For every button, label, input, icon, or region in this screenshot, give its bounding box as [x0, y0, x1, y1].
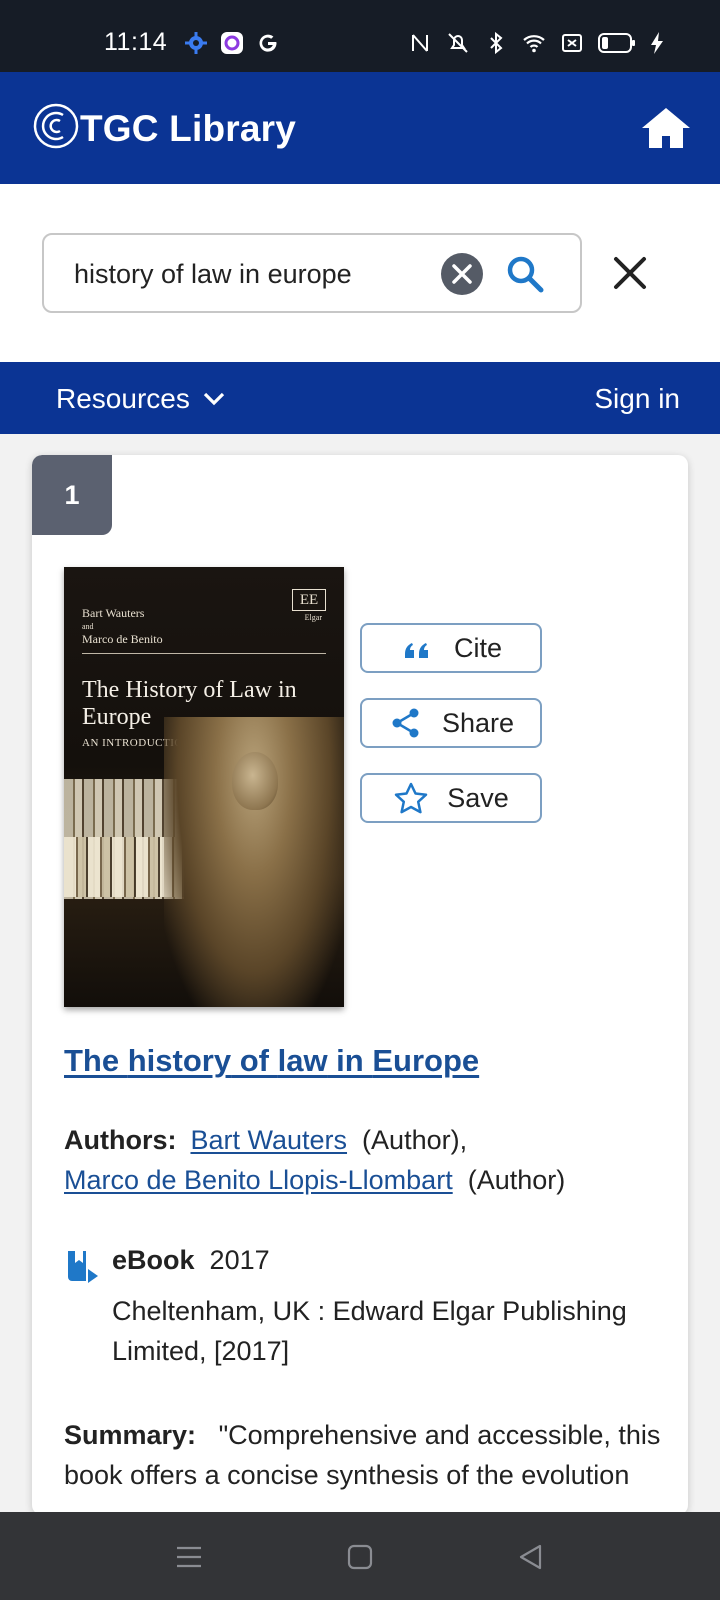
nav-bar: Resources Sign in	[0, 362, 720, 434]
authors-label: Authors:	[64, 1125, 177, 1155]
author-role-2: (Author)	[467, 1165, 566, 1195]
clear-icon[interactable]	[441, 253, 483, 295]
sign-in-link[interactable]: Sign in	[594, 383, 680, 415]
format-year: 2017	[209, 1245, 270, 1275]
home-nav-icon[interactable]	[345, 1542, 375, 1572]
search-input[interactable]	[74, 257, 414, 291]
share-button[interactable]: Share	[360, 698, 542, 748]
charging-icon	[651, 32, 663, 54]
camera-app-icon	[221, 32, 243, 54]
app-title[interactable]: TGC Library	[80, 108, 296, 150]
cite-label: Cite	[453, 632, 502, 663]
result-title-link[interactable]: The history of law in Europe	[64, 1043, 479, 1079]
result-card: 1 Bart Wauters and Marco de Benito EE El…	[32, 455, 688, 1515]
menu-icon[interactable]	[174, 1542, 204, 1572]
cover-publisher-name: Elgar	[304, 613, 322, 622]
author-role-1: (Author),	[362, 1125, 468, 1155]
cover-rule	[82, 653, 326, 654]
save-label: Save	[447, 782, 509, 813]
app-header: TGC Library	[0, 72, 720, 184]
status-left-icons	[184, 31, 280, 55]
star-icon	[394, 782, 428, 814]
settings-icon	[185, 32, 207, 54]
quote-icon	[404, 643, 428, 658]
cover-publisher-mark: EE	[292, 589, 326, 611]
search-box	[42, 233, 582, 313]
back-icon[interactable]	[516, 1542, 546, 1572]
battery-icon	[598, 33, 635, 53]
close-icon[interactable]	[612, 255, 648, 291]
status-time: 11:14	[104, 28, 168, 56]
summary-label: Summary:	[64, 1420, 197, 1450]
status-bar: 11:14	[0, 0, 720, 72]
ebook-icon	[68, 1251, 98, 1283]
save-button[interactable]: Save	[360, 773, 542, 823]
cover-authors: Bart Wauters and Marco de Benito	[82, 606, 163, 646]
author-link-2[interactable]: Marco de Benito Llopis-Llombart	[64, 1165, 453, 1195]
share-icon	[392, 708, 419, 738]
search-icon[interactable]	[504, 253, 546, 295]
result-number: 1	[32, 455, 112, 535]
authors-line-2: Marco de Benito Llopis-Llombart (Author)	[64, 1165, 565, 1196]
bluetooth-icon	[490, 31, 503, 55]
cite-button[interactable]: Cite	[360, 623, 542, 673]
home-icon[interactable]	[640, 106, 692, 150]
chevron-down-icon	[203, 392, 224, 406]
google-icon	[259, 34, 277, 52]
resources-menu[interactable]: Resources	[56, 383, 226, 415]
cover-statue-head	[232, 752, 278, 810]
nfc-icon	[412, 34, 428, 52]
vibrate-icon	[448, 33, 468, 53]
author-link-1[interactable]: Bart Wauters	[190, 1125, 347, 1155]
format-line: eBook 2017	[112, 1245, 270, 1276]
system-navigation-bar	[0, 1512, 720, 1600]
summary: Summary: "Comprehensive and accessible, …	[64, 1415, 664, 1495]
share-label: Share	[441, 707, 515, 738]
publisher-info: Cheltenham, UK : Edward Elgar Publishing…	[112, 1296, 627, 1366]
sim-icon	[562, 34, 582, 52]
format-label: eBook	[112, 1245, 195, 1275]
book-cover-image[interactable]: Bart Wauters and Marco de Benito EE Elga…	[64, 567, 344, 1007]
tgc-logo-icon	[33, 103, 79, 149]
wifi-icon	[523, 35, 545, 53]
search-area	[0, 184, 720, 362]
resources-label: Resources	[56, 383, 190, 414]
status-right-icons	[408, 31, 664, 55]
authors-line: Authors: Bart Wauters (Author),	[64, 1125, 467, 1156]
